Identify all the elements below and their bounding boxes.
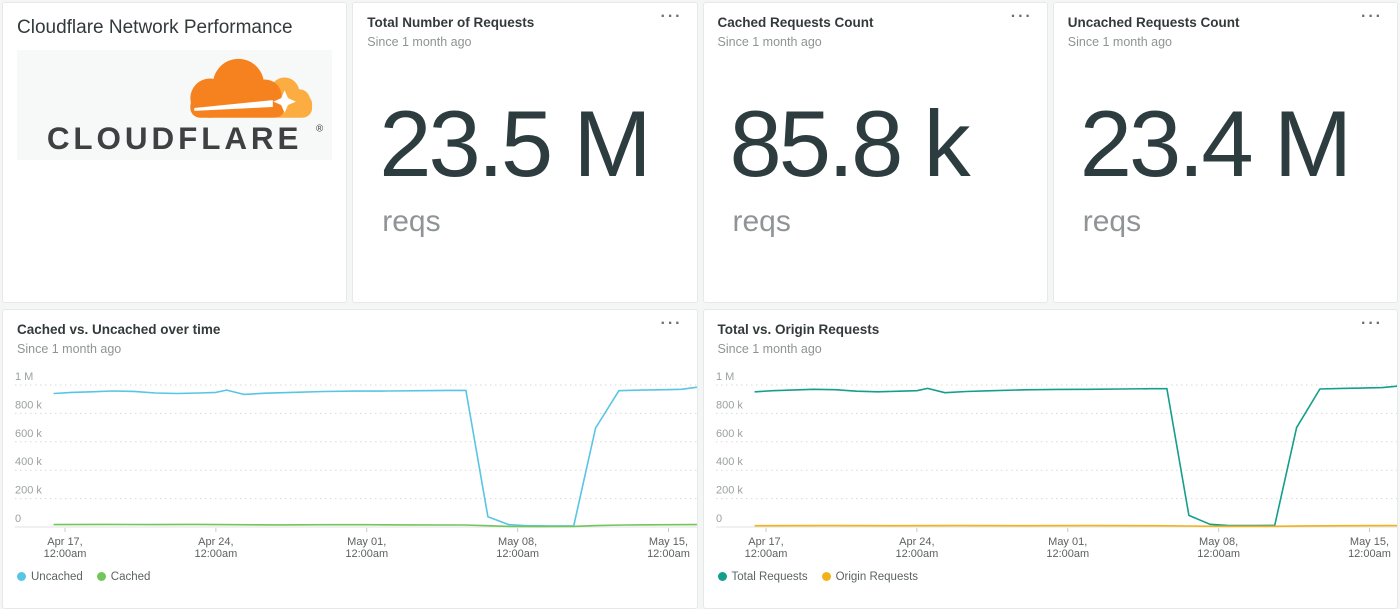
legend-color-dot bbox=[822, 572, 831, 581]
cloudflare-wordmark: CLOUDFLARE bbox=[47, 121, 303, 156]
page-title: Cloudflare Network Performance bbox=[3, 3, 346, 50]
card-header: Total Number of Requests Since 1 month a… bbox=[353, 3, 696, 49]
dashboard-page: Cloudflare Network Performance bbox=[0, 0, 1400, 609]
card-title: Uncached Requests Count bbox=[1068, 15, 1363, 32]
svg-text:12:00am: 12:00am bbox=[44, 548, 87, 560]
series-line-uncached bbox=[54, 387, 696, 526]
svg-text:Apr 17,: Apr 17, bbox=[47, 536, 82, 548]
svg-text:12:00am: 12:00am bbox=[194, 548, 237, 560]
billboard-value: 23.4 M bbox=[1080, 97, 1397, 191]
svg-text:May 08,: May 08, bbox=[498, 536, 537, 548]
legend-label: Total Requests bbox=[732, 571, 808, 583]
svg-text:May 15,: May 15, bbox=[649, 536, 688, 548]
svg-text:12:00am: 12:00am bbox=[1197, 548, 1240, 560]
svg-text:May 01,: May 01, bbox=[347, 536, 386, 548]
series-line-origin-requests bbox=[755, 525, 1397, 526]
svg-text:12:00am: 12:00am bbox=[345, 548, 388, 560]
svg-text:Apr 24,: Apr 24, bbox=[899, 536, 934, 548]
svg-text:12:00am: 12:00am bbox=[1046, 548, 1089, 560]
legend-color-dot bbox=[718, 572, 727, 581]
svg-text:1 M: 1 M bbox=[15, 371, 33, 383]
card-title: Total vs. Origin Requests bbox=[718, 322, 1364, 339]
card-subtitle: Since 1 month ago bbox=[1068, 35, 1363, 49]
legend-label: Origin Requests bbox=[836, 571, 918, 583]
legend-label: Uncached bbox=[31, 571, 83, 583]
svg-text:12:00am: 12:00am bbox=[496, 548, 539, 560]
cloudflare-logo-image: CLOUDFLARE ® bbox=[17, 51, 332, 159]
billboard-value: 23.5 M bbox=[379, 97, 696, 191]
card-header: Uncached Requests Count Since 1 month ag… bbox=[1054, 3, 1397, 49]
card-header: Cached Requests Count Since 1 month ago bbox=[704, 3, 1047, 49]
billboard-unit: reqs bbox=[733, 205, 1047, 239]
billboard-card-total-requests: Total Number of Requests Since 1 month a… bbox=[352, 2, 697, 303]
svg-text:12:00am: 12:00am bbox=[895, 548, 938, 560]
card-subtitle: Since 1 month ago bbox=[718, 35, 1013, 49]
card-menu-button[interactable]: ··· bbox=[661, 9, 683, 25]
billboard-card-cached-requests: Cached Requests Count Since 1 month ago … bbox=[703, 2, 1048, 303]
chart-legend: Uncached Cached bbox=[3, 562, 697, 585]
card-header: Cached vs. Uncached over time Since 1 mo… bbox=[3, 310, 697, 356]
card-title: Cached Requests Count bbox=[718, 15, 1013, 32]
svg-text:12:00am: 12:00am bbox=[647, 548, 690, 560]
legend-color-dot bbox=[97, 572, 106, 581]
dashboard-header-card: Cloudflare Network Performance bbox=[2, 2, 347, 303]
chart-legend: Total Requests Origin Requests bbox=[704, 562, 1398, 585]
svg-text:May 15,: May 15, bbox=[1349, 536, 1388, 548]
card-title: Cached vs. Uncached over time bbox=[17, 322, 663, 339]
chart-card-total-vs-origin: Total vs. Origin Requests Since 1 month … bbox=[703, 309, 1399, 609]
svg-text:Apr 24,: Apr 24, bbox=[198, 536, 233, 548]
svg-text:400 k: 400 k bbox=[716, 456, 743, 468]
card-title: Total Number of Requests bbox=[367, 15, 662, 32]
legend-item-total-requests[interactable]: Total Requests bbox=[718, 571, 808, 583]
svg-text:200 k: 200 k bbox=[716, 484, 743, 496]
top-row: Cloudflare Network Performance bbox=[0, 0, 1400, 303]
bottom-row: Cached vs. Uncached over time Since 1 mo… bbox=[0, 303, 1400, 609]
legend-color-dot bbox=[17, 572, 26, 581]
card-menu-button[interactable]: ··· bbox=[1361, 9, 1383, 25]
legend-item-uncached[interactable]: Uncached bbox=[17, 571, 83, 583]
chart-card-cached-vs-uncached: Cached vs. Uncached over time Since 1 mo… bbox=[2, 309, 698, 609]
legend-item-origin-requests[interactable]: Origin Requests bbox=[822, 571, 918, 583]
chart-cached-vs-uncached[interactable]: 1 M800 k600 k400 k200 k0Apr 17,12:00amAp… bbox=[15, 366, 698, 562]
card-menu-button[interactable]: ··· bbox=[661, 316, 683, 332]
legend-item-cached[interactable]: Cached bbox=[97, 571, 151, 583]
svg-text:0: 0 bbox=[15, 513, 21, 525]
cloudflare-logo: CLOUDFLARE ® bbox=[17, 50, 332, 160]
svg-text:1 M: 1 M bbox=[716, 371, 734, 383]
card-subtitle: Since 1 month ago bbox=[718, 342, 1364, 356]
svg-text:400 k: 400 k bbox=[15, 456, 42, 468]
svg-text:0: 0 bbox=[716, 513, 722, 525]
series-line-cached bbox=[54, 524, 696, 526]
card-subtitle: Since 1 month ago bbox=[17, 342, 663, 356]
card-menu-button[interactable]: ··· bbox=[1011, 9, 1033, 25]
billboard-card-uncached-requests: Uncached Requests Count Since 1 month ag… bbox=[1053, 2, 1398, 303]
registered-trademark-symbol: ® bbox=[316, 124, 324, 135]
chart-total-vs-origin[interactable]: 1 M800 k600 k400 k200 k0Apr 17,12:00amAp… bbox=[716, 366, 1399, 562]
svg-text:200 k: 200 k bbox=[15, 484, 42, 496]
billboard-unit: reqs bbox=[382, 205, 696, 239]
svg-text:600 k: 600 k bbox=[15, 428, 42, 440]
svg-text:12:00am: 12:00am bbox=[744, 548, 787, 560]
svg-text:May 08,: May 08, bbox=[1199, 536, 1238, 548]
billboard-value: 85.8 k bbox=[730, 97, 1047, 191]
svg-text:600 k: 600 k bbox=[716, 428, 743, 440]
legend-label: Cached bbox=[111, 571, 151, 583]
svg-text:Apr 17,: Apr 17, bbox=[748, 536, 783, 548]
svg-text:800 k: 800 k bbox=[15, 399, 42, 411]
card-header: Total vs. Origin Requests Since 1 month … bbox=[704, 310, 1398, 356]
svg-text:800 k: 800 k bbox=[716, 399, 743, 411]
billboard-unit: reqs bbox=[1083, 205, 1397, 239]
series-line-total-requests bbox=[755, 386, 1397, 525]
card-menu-button[interactable]: ··· bbox=[1361, 316, 1383, 332]
svg-text:12:00am: 12:00am bbox=[1348, 548, 1391, 560]
card-subtitle: Since 1 month ago bbox=[367, 35, 662, 49]
svg-text:May 01,: May 01, bbox=[1048, 536, 1087, 548]
